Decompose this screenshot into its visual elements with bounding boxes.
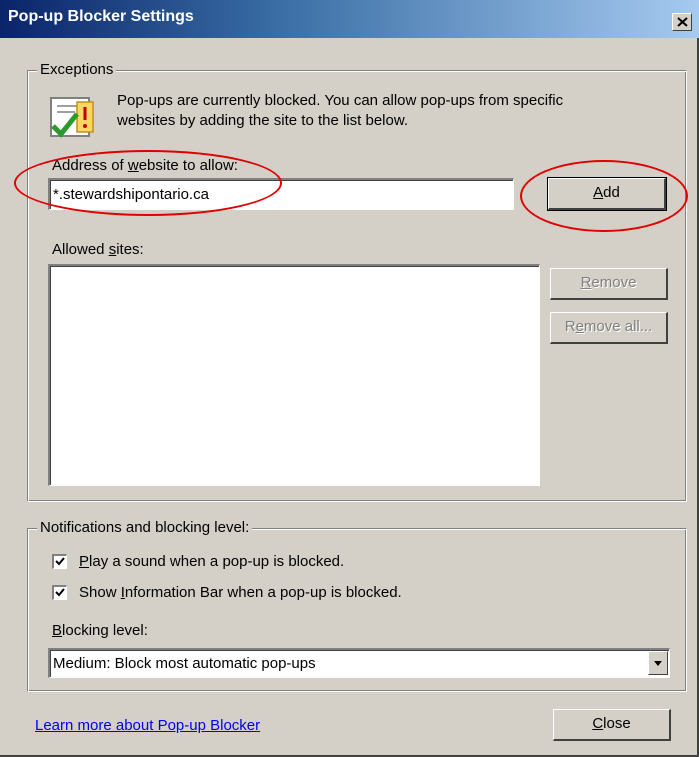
play-sound-checkbox[interactable] bbox=[52, 554, 67, 569]
exceptions-legend: Exceptions bbox=[37, 61, 117, 78]
dropdown-button[interactable] bbox=[648, 651, 668, 675]
shield-check-icon bbox=[47, 92, 101, 148]
play-sound-label: Play a sound when a pop-up is blocked. bbox=[79, 553, 345, 570]
close-icon bbox=[677, 17, 688, 27]
remove-button-label: Remove bbox=[580, 274, 637, 291]
title-bar[interactable]: Pop-up Blocker Settings bbox=[0, 0, 699, 38]
address-label: Address of website to allow: bbox=[52, 157, 238, 174]
remove-all-button-label: Remove all... bbox=[564, 318, 653, 335]
dropdown-arrow-icon bbox=[654, 661, 662, 666]
checkbox-check-icon bbox=[55, 557, 65, 566]
blocking-level-select[interactable]: Medium: Block most automatic pop-ups bbox=[48, 648, 670, 678]
checkbox-check-icon bbox=[55, 588, 65, 597]
close-button-label: Close bbox=[592, 715, 631, 732]
info-text-line1: Pop-ups are currently blocked. You can a… bbox=[117, 92, 564, 109]
address-input-value: *.stewardshipontario.ca bbox=[53, 186, 209, 203]
add-button[interactable]: Add bbox=[547, 177, 667, 211]
blocking-level-value: Medium: Block most automatic pop-ups bbox=[53, 655, 316, 672]
window-title: Pop-up Blocker Settings bbox=[8, 8, 194, 25]
blocking-level-label: Blocking level: bbox=[52, 622, 148, 639]
allowed-sites-list[interactable] bbox=[48, 264, 540, 486]
close-button[interactable]: Close bbox=[553, 709, 671, 741]
notifications-legend: Notifications and blocking level: bbox=[37, 519, 253, 536]
remove-all-button[interactable]: Remove all... bbox=[550, 312, 668, 344]
address-input[interactable]: *.stewardshipontario.ca bbox=[48, 178, 514, 210]
learn-more-link[interactable]: Learn more about Pop-up Blocker bbox=[35, 717, 260, 734]
remove-button[interactable]: Remove bbox=[550, 268, 668, 300]
allowed-sites-label: Allowed sites: bbox=[52, 241, 144, 258]
add-button-label: Add bbox=[593, 184, 620, 201]
show-infobar-label: Show Information Bar when a pop-up is bl… bbox=[79, 584, 402, 601]
show-infobar-checkbox[interactable] bbox=[52, 585, 67, 600]
info-text-line2: websites by adding the site to the list … bbox=[117, 112, 409, 129]
close-window-button[interactable] bbox=[672, 13, 692, 31]
popup-blocker-dialog: Pop-up Blocker Settings Exceptions Pop-u… bbox=[0, 0, 699, 757]
